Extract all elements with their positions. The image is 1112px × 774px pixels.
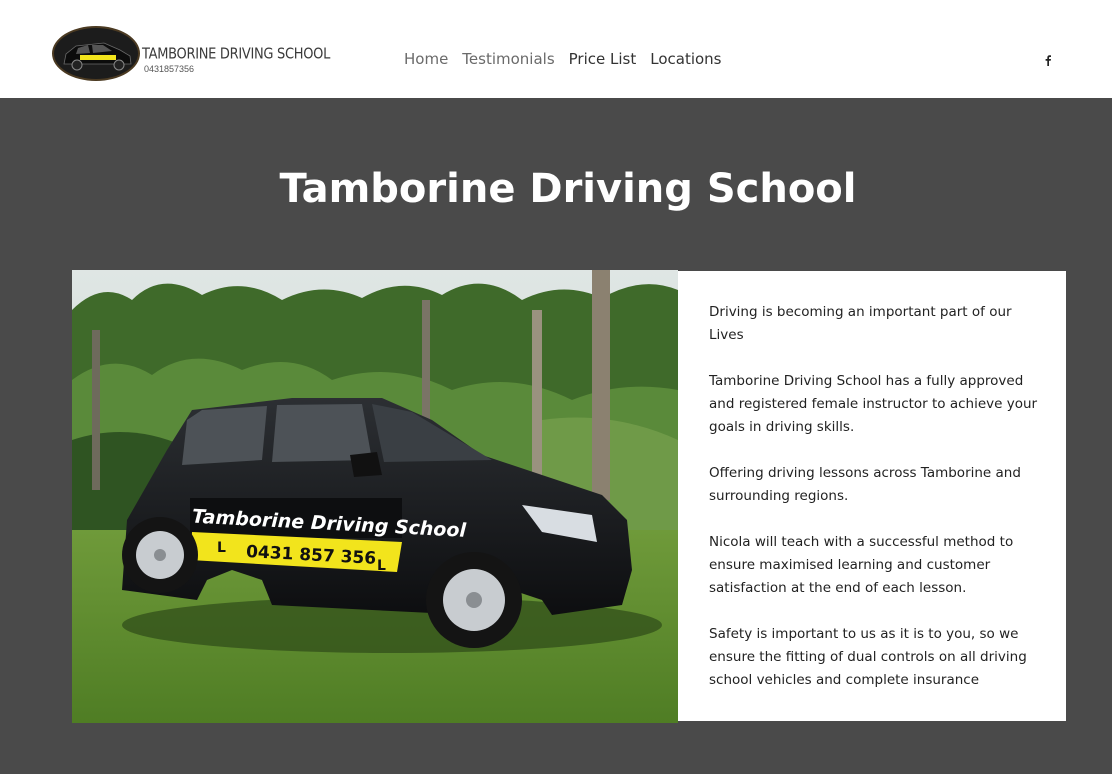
- brand-name[interactable]: TAMBORINE DRIVING SCHOOL: [142, 46, 330, 63]
- intro-panel: Driving is becoming an important part of…: [678, 271, 1066, 721]
- nav-testimonials[interactable]: Testimonials: [462, 50, 554, 68]
- intro-paragraph: Tamborine Driving School has a fully app…: [709, 373, 1038, 435]
- nav-home[interactable]: Home: [404, 50, 448, 68]
- car-signage-l-rear: L: [377, 558, 386, 574]
- intro-paragraph: Safety is important to us as it is to yo…: [709, 626, 1027, 688]
- car-signage-l-front: L: [217, 540, 226, 556]
- intro-text: Driving is becoming an important part of…: [709, 301, 1049, 715]
- page-title: Tamborine Driving School: [279, 166, 857, 212]
- nav-price-list[interactable]: Price List: [569, 50, 637, 68]
- facebook-icon[interactable]: [1042, 54, 1054, 66]
- intro-paragraph: Offering driving lessons across Tamborin…: [709, 465, 1021, 504]
- intro-paragraph: Nicola will teach with a successful meth…: [709, 534, 1014, 596]
- intro-paragraph: Driving is becoming an important part of…: [709, 304, 1012, 343]
- car-logo-icon: [63, 42, 132, 71]
- car-photo: Tamborine Driving School 0431 857 356 L …: [72, 270, 678, 723]
- site-header: TAMBORINE DRIVING SCHOOL 0431857356 Home…: [0, 0, 1112, 98]
- logo[interactable]: [52, 26, 140, 81]
- main-nav: Home Testimonials Price List Locations: [404, 50, 722, 68]
- brand-phone: 0431857356: [144, 64, 195, 74]
- nav-locations[interactable]: Locations: [650, 50, 721, 68]
